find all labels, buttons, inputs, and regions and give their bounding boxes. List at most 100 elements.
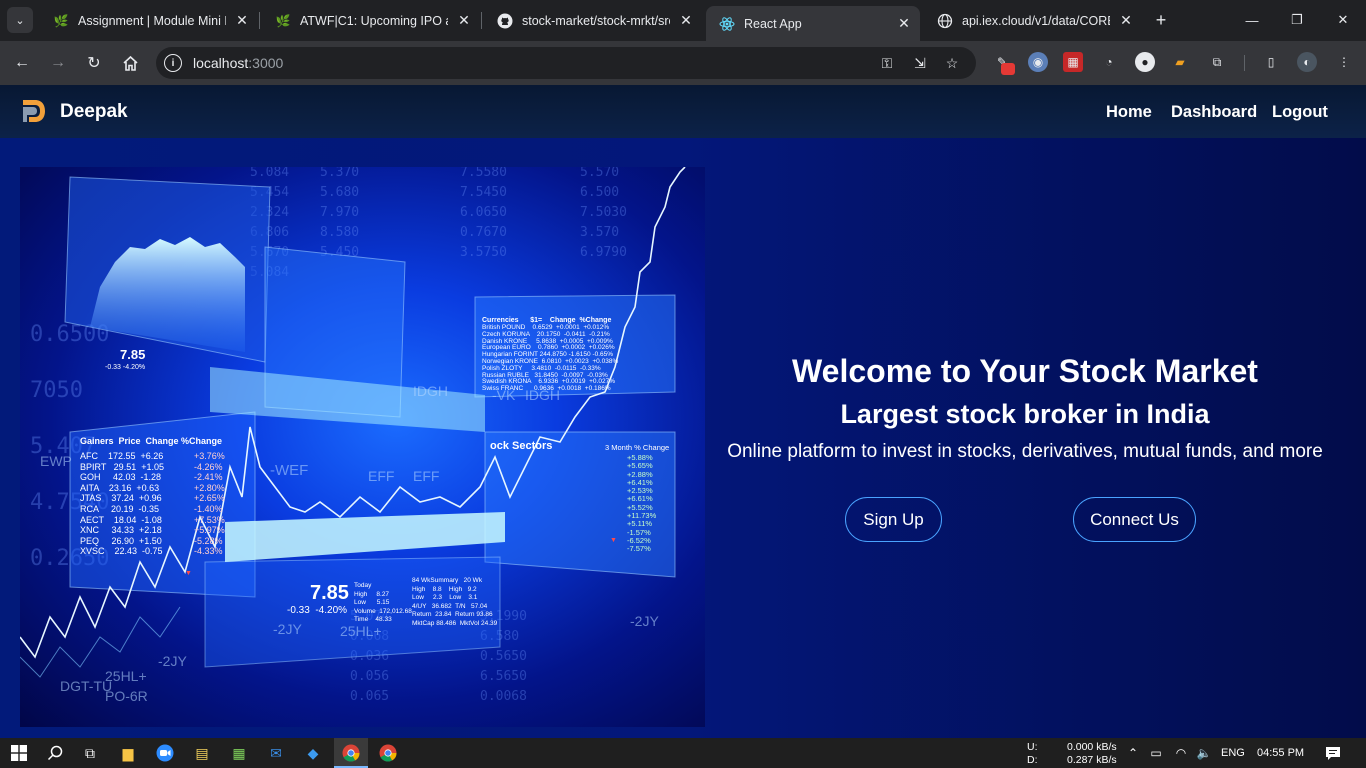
new-tab-button[interactable]: + [1150, 9, 1172, 31]
key-icon[interactable]: ⚿ [877, 53, 897, 73]
close-icon[interactable]: ✕ [234, 12, 250, 29]
browser-toolbar: ← → ↻ i localhost:3000 ⚿ ⇲ ☆ ✎ ◉ ▦ ◔ ● ▰… [0, 41, 1366, 85]
ticker-word: -2JY [273, 621, 302, 637]
site-navbar: Deepak Home Dashboard Logout [0, 85, 1366, 138]
close-icon[interactable]: ✕ [896, 15, 912, 32]
nav-home-link[interactable]: Home [1106, 103, 1152, 122]
home-button[interactable] [117, 50, 143, 76]
browser-tab-active[interactable]: React App ✕ [706, 6, 920, 41]
browser-tab[interactable]: api.iex.cloud/v1/data/CORE/ ✕ [924, 6, 1142, 35]
close-icon[interactable]: ✕ [456, 12, 472, 29]
net-up-label: U: [1027, 741, 1038, 753]
minimize-button[interactable]: — [1237, 8, 1267, 32]
battery-icon[interactable]: ▭ [1145, 742, 1167, 764]
browser-tab-strip: ⌄ 🌿 Assignment | Module Mini P ✕ 🌿 ATWF|… [0, 0, 1366, 41]
stock-market-hero-image: 5.084 5.454 2.324 6.806 5.670 5.084 5.37… [20, 167, 705, 727]
file-explorer-icon[interactable]: ▆ [117, 742, 139, 764]
sectors-header: 3 Month % Change [605, 443, 670, 452]
globe-icon [937, 13, 953, 29]
quote-change: -0.33 -4.20% [287, 605, 348, 616]
signup-button[interactable]: Sign Up [845, 497, 942, 542]
tab-search-button[interactable]: ⌄ [7, 7, 33, 33]
extension-icon[interactable]: ▦ [1063, 52, 1083, 72]
close-window-button[interactable]: ✕ [1328, 8, 1358, 32]
volume-icon[interactable]: 🔈 [1193, 742, 1215, 764]
back-button[interactable]: ← [9, 50, 35, 76]
wifi-icon[interactable]: ◠ [1170, 742, 1192, 764]
reload-button[interactable]: ↻ [81, 50, 107, 76]
extension-icon[interactable]: ◉ [1028, 52, 1048, 72]
ticker-word: -WEF [270, 462, 309, 479]
tab-divider [259, 12, 260, 29]
ticker-word: 25HL+ [340, 623, 382, 639]
nav-dashboard-link[interactable]: Dashboard [1171, 103, 1257, 122]
today-stats: Today High 8.27 Low 5.15 Volume 172,012.… [354, 582, 412, 623]
ticker-word: IDGH [525, 387, 560, 403]
arrow-right-icon: → [50, 54, 66, 71]
ticker-word: -VK [492, 387, 516, 403]
store-app-icon[interactable]: ▦ [228, 742, 250, 764]
quote-price-small: 7.85 [120, 347, 146, 362]
zoom-app-icon[interactable] [154, 742, 176, 764]
close-icon[interactable]: ✕ [678, 12, 694, 29]
chrome-icon[interactable] [377, 742, 399, 764]
github-icon [497, 13, 513, 29]
puzzle-extensions-icon[interactable]: ⧉ [1207, 52, 1227, 72]
reload-icon: ↻ [87, 55, 101, 72]
extension-icon[interactable]: ▰ [1170, 52, 1190, 72]
minimize-icon: — [1245, 12, 1259, 28]
close-icon: ✕ [1337, 12, 1349, 27]
ticker-word: -2JY [158, 653, 187, 669]
currencies-table: British POUND 0.6529 +0.0001 +0.012% Cze… [482, 324, 619, 393]
task-view-icon[interactable]: ⧉ [79, 742, 101, 764]
restore-button[interactable]: ❐ [1282, 8, 1312, 32]
close-icon[interactable]: ✕ [1118, 12, 1134, 29]
net-down-speed: 0.287 kB/s [1067, 754, 1117, 766]
summary-stats: 84 WkSummary 20 Wk High 8.8 High 9.2 Low… [412, 577, 498, 627]
quote-price: 7.85 [310, 582, 349, 604]
svg-text:▼: ▼ [185, 570, 192, 577]
connect-us-button[interactable]: Connect Us [1073, 497, 1196, 542]
nav-logout-link[interactable]: Logout [1272, 103, 1328, 122]
chevron-up-icon[interactable]: ⌃ [1122, 742, 1144, 764]
site-info-icon[interactable]: i [164, 54, 182, 72]
restore-icon: ❐ [1291, 12, 1303, 27]
profile-avatar[interactable]: ◐ [1297, 52, 1317, 72]
notification-icon[interactable] [1322, 742, 1344, 764]
windows-taskbar: ⧉ ▆ ▤ ▦ ✉ ◆ U: D: 0.000 kB/s 0.287 kB/s … [0, 738, 1366, 768]
react-icon [719, 16, 735, 32]
notes-app-icon[interactable]: ▤ [191, 742, 213, 764]
vscode-icon[interactable]: ◆ [302, 742, 324, 764]
ticker-word: PO-6R [105, 688, 148, 704]
install-app-icon[interactable]: ⇲ [910, 53, 930, 73]
side-panel-icon[interactable]: ▯ [1261, 52, 1281, 72]
plus-icon: + [1155, 9, 1167, 30]
extension-icon[interactable]: ● [1135, 52, 1155, 72]
clock[interactable]: 04:55 PM [1257, 747, 1304, 759]
ticker-word: EFF [413, 468, 440, 484]
menu-kebab-icon[interactable]: ⋮ [1334, 52, 1354, 72]
leaf-icon: 🌿 [275, 13, 291, 28]
language-indicator[interactable]: ENG [1221, 747, 1245, 759]
chevron-down-icon: ⌄ [15, 14, 25, 27]
hero-description: Online platform to invest in stocks, der… [727, 441, 1323, 462]
mail-app-icon[interactable]: ✉ [265, 742, 287, 764]
browser-tab[interactable]: 🌿 ATWF|C1: Upcoming IPO and ✕ [262, 6, 480, 35]
gainers-header: Gainers Price Change %Change [80, 436, 223, 446]
browser-tab[interactable]: 🌿 Assignment | Module Mini P ✕ [40, 6, 258, 35]
gauge-extension-icon[interactable]: ◔ [1099, 52, 1119, 72]
browser-tab[interactable]: stock-market/stock-mrkt/src ✕ [484, 6, 702, 35]
windows-start-icon[interactable] [8, 742, 30, 764]
address-bar[interactable]: i localhost:3000 ⚿ ⇲ ☆ [156, 47, 976, 79]
net-down-label: D: [1027, 754, 1038, 766]
hero-subtitle: Largest stock broker in India [840, 399, 1210, 429]
search-icon[interactable] [44, 742, 66, 764]
extension-badge [1001, 63, 1015, 75]
gainers-pct-change: +3.76% -4.26% -2.41% +2.80% +2.65% -1.40… [194, 451, 225, 557]
forward-button[interactable]: → [45, 50, 71, 76]
chrome-icon[interactable] [340, 742, 362, 764]
bookmark-star-icon[interactable]: ☆ [942, 53, 962, 73]
page-viewport: Deepak Home Dashboard Logout 5.084 5.454… [0, 85, 1366, 738]
brand-name[interactable]: Deepak [60, 101, 128, 123]
url-text[interactable]: localhost:3000 [193, 55, 283, 71]
